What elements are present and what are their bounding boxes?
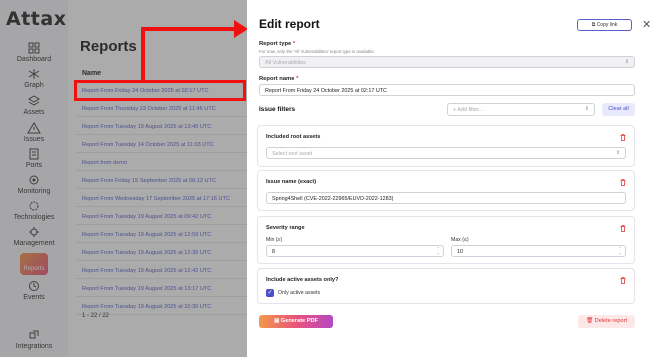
trash-icon[interactable] (620, 277, 626, 284)
highlight-connector (141, 29, 145, 81)
issue-filters-heading: Issue filters (259, 106, 296, 113)
drawer-title: Edit report (259, 17, 320, 31)
issue-name-filter-card: Issue name (exact) Spring4Shell (CVE-202… (257, 170, 635, 211)
report-type-label: Report type * (259, 41, 295, 47)
modal-overlay[interactable] (0, 0, 247, 357)
severity-filter-card: Severity range Min (≥) 8 ⌃ ⌄ Max (≤) 10 ⌃… (257, 216, 635, 264)
report-name-label: Report name * (259, 76, 298, 82)
active-assets-filter-card: Include active assets only? ✓ Only activ… (257, 268, 635, 304)
copy-link-button[interactable]: ⧉ Copy link (577, 19, 632, 31)
card-title: Include active assets only? (266, 277, 339, 283)
report-type-label-text: Report type (259, 41, 292, 47)
copy-link-label: Copy link (596, 22, 618, 28)
trash-icon[interactable] (620, 179, 626, 186)
stepper-icon[interactable]: ⌃ ⌄ (437, 247, 440, 255)
required-marker: * (296, 76, 299, 82)
severity-max-value: 10 (457, 249, 463, 255)
close-icon[interactable]: ✕ (642, 18, 651, 31)
required-marker: * (292, 41, 296, 47)
generate-pdf-label: Generate PDF (280, 318, 318, 324)
root-asset-placeholder: Select root asset (272, 151, 313, 157)
delete-report-button[interactable]: 🗑 Delete report (578, 315, 635, 328)
background-app: Attaxion Dashboard Graph Assets Issues P… (0, 0, 247, 357)
only-active-assets-checkbox[interactable]: ✓ (266, 289, 274, 297)
card-title: Included root assets (266, 134, 321, 140)
chevron-updown-icon: ⇕ (615, 150, 620, 156)
issue-name-field[interactable]: Spring4Shell (CVE-2022-22965/EUVD-2022-1… (266, 192, 626, 204)
report-name-label-text: Report name (259, 76, 295, 82)
report-type-value: All Vulnerabilities (265, 60, 306, 66)
card-title: Issue name (exact) (266, 179, 317, 185)
document-icon: ▤ (274, 318, 281, 324)
add-filter-placeholder: Add filter... (457, 107, 483, 113)
trash-icon: 🗑 (586, 318, 595, 324)
card-title: Severity range (266, 225, 305, 231)
stepper-icon[interactable]: ⌃ ⌄ (619, 247, 622, 255)
edit-report-drawer: Edit report ⧉ Copy link ✕ Report type * … (247, 0, 670, 357)
chevron-updown-icon: ⇕ (624, 59, 629, 65)
max-label: Max (≤) (451, 237, 469, 243)
root-asset-select[interactable]: Select root asset ⇕ (266, 147, 626, 159)
root-assets-filter-card: Included root assets Select root asset ⇕ (257, 125, 635, 167)
trash-icon[interactable] (620, 134, 626, 141)
clear-all-button[interactable]: Clear all (602, 103, 635, 116)
highlight-arrow (234, 20, 248, 38)
delete-report-label: Delete report (594, 318, 627, 324)
min-label: Min (≥) (266, 237, 283, 243)
generate-pdf-button[interactable]: ▤ Generate PDF (259, 315, 333, 328)
highlight-box (74, 80, 246, 101)
report-name-field[interactable]: Report From Friday 24 October 2025 at 02… (259, 84, 635, 96)
report-type-hint: For now, only the 'All Vulnerabilities' … (259, 49, 375, 54)
chevron-updown-icon: ⇕ (584, 106, 589, 112)
add-filter-select[interactable]: + Add filter... ⇕ (447, 103, 595, 116)
checkbox-label: Only active assets (278, 290, 321, 296)
highlight-connector (141, 27, 237, 31)
trash-icon[interactable] (620, 225, 626, 232)
severity-min-input[interactable]: 8 ⌃ ⌄ (266, 245, 444, 257)
report-type-select[interactable]: All Vulnerabilities ⇕ (259, 56, 635, 68)
severity-max-input[interactable]: 10 ⌃ ⌄ (451, 245, 626, 257)
severity-min-value: 8 (272, 249, 275, 255)
